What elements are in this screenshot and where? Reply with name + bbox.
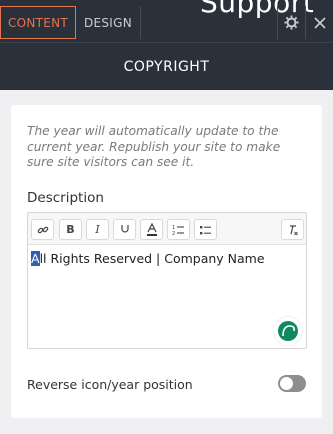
top-tab-bar: Support CONTENT DESIGN [0,0,333,42]
text-color-icon[interactable] [140,219,163,240]
ordered-list-icon[interactable]: 12 [167,219,190,240]
tab-content[interactable]: CONTENT [0,6,76,39]
clear-format-icon[interactable] [281,219,304,240]
editor-content[interactable]: All Rights Reserved | Company Name [31,251,265,266]
editor-text-rest: ll Rights Reserved | Company Name [39,251,265,266]
close-icon[interactable] [305,6,333,39]
editor-toolbar: B I 12 [28,213,306,245]
settings-card: The year will automatically update to th… [11,105,322,418]
selected-text: A [31,251,40,266]
help-text: The year will automatically update to th… [27,124,281,169]
svg-text:2: 2 [172,231,175,236]
toggle-knob [280,377,293,390]
bullet-list-icon[interactable] [194,219,217,240]
italic-icon[interactable]: I [86,219,109,240]
assistant-icon[interactable] [274,317,302,345]
top-icons [277,6,333,39]
panel-title: COPYRIGHT [123,58,210,75]
description-editor[interactable]: B I 12 All Rights Reserved | Company Nam… [27,212,307,349]
link-icon[interactable] [31,219,54,240]
reverse-position-label: Reverse icon/year position [27,377,193,392]
gear-icon[interactable] [277,6,305,39]
description-label: Description [27,190,104,206]
bold-icon[interactable]: B [59,219,82,240]
tab-design[interactable]: DESIGN [76,6,141,39]
panel-header: COPYRIGHT [0,42,333,90]
reverse-position-toggle[interactable] [278,375,306,392]
underline-icon[interactable] [113,219,136,240]
